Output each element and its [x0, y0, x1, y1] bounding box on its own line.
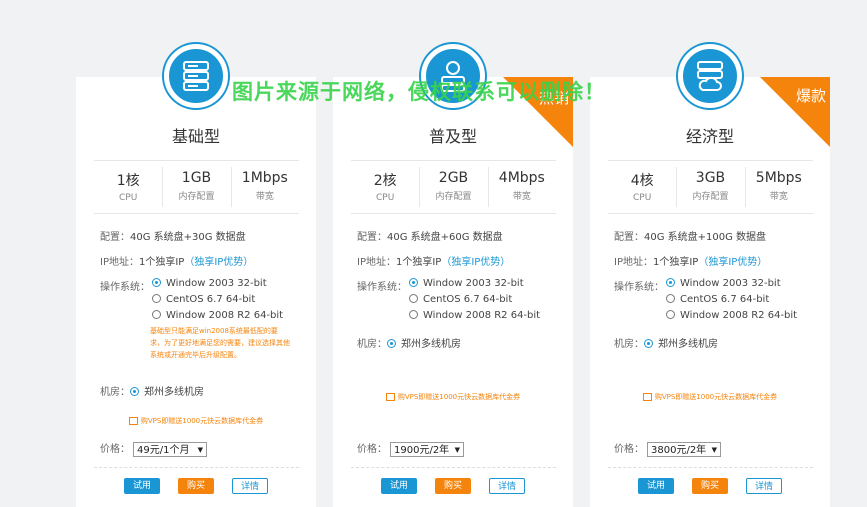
- plan-card-economy: 爆款 经济型 4核 CPU 3GB 内存配置 5Mbps 带宽 配置：40G 系统盘+…: [590, 44, 830, 507]
- radio-icon[interactable]: [152, 293, 161, 303]
- os-option[interactable]: Window 2008 R2 64-bit: [409, 309, 540, 321]
- detail-button[interactable]: 详情: [232, 478, 268, 494]
- buy-button[interactable]: 购买: [178, 478, 214, 494]
- os-option[interactable]: CentOS 6.7 64-bit: [409, 293, 512, 305]
- radio-icon[interactable]: [409, 293, 418, 303]
- os-note: 基础型只能满足win2008系统最低配的要求，为了更好地满足您的需要，建议选择其…: [150, 327, 290, 359]
- buy-button[interactable]: 购买: [435, 478, 471, 494]
- ip-advantage-link[interactable]: （独享IP优势）: [441, 257, 510, 268]
- server-cloud-icon: [678, 44, 742, 108]
- chevron-down-icon: ▼: [454, 445, 460, 454]
- os-option[interactable]: Window 2003 32-bit: [152, 277, 267, 289]
- gift-icon: [385, 393, 395, 401]
- buy-button[interactable]: 购买: [692, 478, 728, 494]
- spec-row: 1核 CPU 1GB 内存配置 1Mbps 带宽: [94, 160, 299, 214]
- try-button[interactable]: 试用: [381, 478, 417, 494]
- spec-row: 4核 CPU 3GB 内存配置 5Mbps 带宽: [608, 160, 813, 214]
- spec-cpu: 4核 CPU: [630, 173, 654, 203]
- gift-promo: 购VPS即赠送1000元快云数据库代金券: [333, 392, 573, 402]
- try-button[interactable]: 试用: [638, 478, 674, 494]
- gift-promo: 购VPS即赠送1000元快云数据库代金券: [76, 416, 316, 426]
- config-row: 配置：40G 系统盘+100G 数据盘: [614, 232, 767, 243]
- chevron-down-icon: ▼: [711, 445, 717, 454]
- ip-advantage-link[interactable]: （独享IP优势）: [184, 257, 253, 268]
- plan-card-popular: 热销 普及型 2核 CPU 2GB 内存配置 4Mbps 带宽 配置：40G 系统盘+…: [333, 44, 573, 507]
- action-buttons: 试用 购买 详情: [590, 478, 830, 494]
- radio-icon[interactable]: [409, 277, 418, 287]
- price-select[interactable]: 1900元/2年 ▼: [390, 441, 464, 457]
- os-option[interactable]: Window 2003 32-bit: [666, 277, 781, 289]
- radio-icon[interactable]: [666, 293, 675, 303]
- room-row: 机房： 郑州多线机房: [614, 338, 718, 350]
- action-buttons: 试用 购买 详情: [76, 478, 316, 494]
- spec-cpu: 2核 CPU: [373, 173, 397, 203]
- spec-bandwidth: 5Mbps 带宽: [744, 161, 813, 213]
- divider: [351, 467, 556, 468]
- spec-row: 2核 CPU 2GB 内存配置 4Mbps 带宽: [351, 160, 556, 214]
- spec-memory: 3GB 内存配置: [676, 161, 744, 213]
- radio-icon[interactable]: [152, 309, 161, 319]
- divider: [608, 467, 813, 468]
- os-option[interactable]: CentOS 6.7 64-bit: [666, 293, 769, 305]
- config-row: 配置：40G 系统盘+60G 数据盘: [357, 232, 503, 243]
- spec-cpu: 1核 CPU: [116, 173, 140, 203]
- price-row: 价格： 49元/1个月 ▼: [100, 440, 207, 457]
- radio-icon[interactable]: [666, 309, 675, 319]
- spec-memory: 2GB 内存配置: [419, 161, 487, 213]
- radio-icon[interactable]: [387, 338, 396, 348]
- plan-title: 普及型: [428, 127, 477, 146]
- os-option[interactable]: Window 2008 R2 64-bit: [152, 309, 283, 321]
- detail-button[interactable]: 详情: [489, 478, 525, 494]
- action-buttons: 试用 购买 详情: [333, 478, 573, 494]
- price-select[interactable]: 49元/1个月 ▼: [133, 441, 207, 457]
- watermark-text: 图片来源于网络，侵权联系可以删除！: [232, 80, 606, 104]
- ip-row: IP地址：1个独享IP（独享IP优势）: [100, 257, 254, 268]
- spec-bandwidth: 1Mbps 带宽: [230, 161, 299, 213]
- plan-card-basic: 基础型 1核 CPU 1GB 内存配置 1Mbps 带宽 配置：40G 系统盘+30G…: [76, 44, 316, 507]
- plan-title: 基础型: [171, 127, 220, 146]
- price-select[interactable]: 3800元/2年 ▼: [647, 441, 721, 457]
- price-row: 价格： 3800元/2年 ▼: [614, 440, 721, 457]
- room-row: 机房： 郑州多线机房: [357, 338, 461, 350]
- price-row: 价格： 1900元/2年 ▼: [357, 440, 464, 457]
- os-option[interactable]: CentOS 6.7 64-bit: [152, 293, 255, 305]
- gift-icon: [128, 417, 138, 425]
- spec-bandwidth: 4Mbps 带宽: [487, 161, 556, 213]
- gift-promo: 购VPS即赠送1000元快云数据库代金券: [590, 392, 830, 402]
- ip-row: IP地址：1个独享IP（独享IP优势）: [357, 257, 511, 268]
- spec-memory: 1GB 内存配置: [162, 161, 230, 213]
- ip-advantage-link[interactable]: （独享IP优势）: [698, 257, 767, 268]
- radio-icon[interactable]: [666, 277, 675, 287]
- plan-title: 经济型: [685, 127, 734, 146]
- radio-icon[interactable]: [130, 386, 139, 396]
- config-row: 配置：40G 系统盘+30G 数据盘: [100, 232, 246, 243]
- divider: [94, 467, 299, 468]
- room-row: 机房： 郑州多线机房: [100, 386, 204, 398]
- ip-row: IP地址：1个独享IP（独享IP优势）: [614, 257, 768, 268]
- gift-icon: [642, 393, 652, 401]
- server-icon: [164, 44, 228, 108]
- os-option[interactable]: Window 2003 32-bit: [409, 277, 524, 289]
- detail-button[interactable]: 详情: [746, 478, 782, 494]
- radio-icon[interactable]: [152, 277, 161, 287]
- os-option[interactable]: Window 2008 R2 64-bit: [666, 309, 797, 321]
- try-button[interactable]: 试用: [124, 478, 160, 494]
- radio-icon[interactable]: [409, 309, 418, 319]
- radio-icon[interactable]: [644, 338, 653, 348]
- chevron-down-icon: ▼: [197, 445, 203, 454]
